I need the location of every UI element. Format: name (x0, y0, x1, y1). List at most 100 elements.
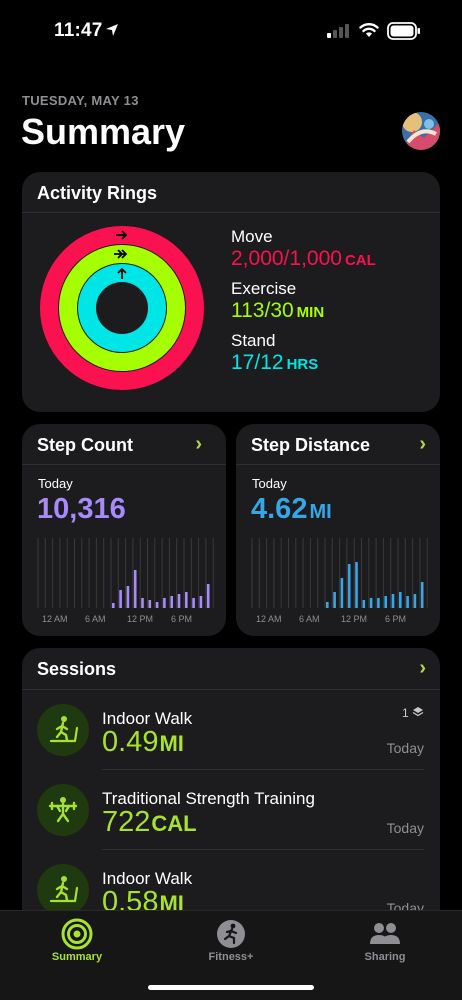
session-item[interactable]: Indoor Walk 0.49MI 1 Today (22, 690, 440, 770)
step-distance-card[interactable]: Step Distance › Today 4.62 MI 12 AM 6 AM … (236, 424, 440, 636)
step-count-title: Step Count (37, 435, 133, 455)
move-label: Move (231, 227, 273, 246)
page-title: Summary (21, 111, 186, 152)
stand-unit: HRS (286, 356, 319, 373)
chart-bar (170, 596, 173, 608)
session-unit: MI (159, 731, 184, 756)
exercise-unit: MIN (296, 304, 325, 321)
step-count-value: 10,316 (37, 493, 126, 525)
chart-bar (362, 600, 366, 608)
avatar-image (402, 112, 440, 150)
axis-tick-label: 12 AM (42, 614, 68, 624)
tab-fitness-plus[interactable]: Fitness+ (154, 911, 308, 981)
axis-tick-label: 6 AM (85, 614, 106, 624)
chart-bar (199, 596, 203, 608)
session-date: Today (386, 820, 424, 836)
session-count-badge: 1 (402, 706, 424, 720)
fitness-plus-icon (217, 920, 245, 948)
move-unit: CAL (344, 252, 376, 269)
avatar[interactable] (402, 112, 440, 150)
chart-bar (399, 592, 402, 608)
card-divider (22, 464, 226, 465)
tab-label: Summary (51, 951, 103, 963)
activity-rings-card[interactable]: Activity Rings Move 2,000/1,000 CAL Exerc… (22, 172, 440, 412)
stand-value: 17/12 HRS (231, 351, 318, 375)
chart-bar (126, 586, 130, 608)
step-count-chart: 12 AM 6 AM 12 PM 6 PM (37, 538, 214, 624)
header-date: TUESDAY, MAY 13 (22, 93, 139, 108)
axis-tick-label: 12 AM (256, 614, 282, 624)
sharing-people-icon (370, 923, 400, 944)
axis-tick-label: 6 AM (299, 614, 320, 624)
location-arrow-icon (106, 24, 118, 36)
session-item[interactable]: Traditional Strength Training 722CAL Tod… (22, 770, 440, 850)
step-distance-unit: MI (309, 501, 332, 523)
stack-icon (412, 707, 424, 717)
axis-tick-label: 6 PM (171, 614, 192, 624)
session-value: 722CAL (102, 806, 197, 839)
activity-rings-graphic (40, 226, 204, 390)
stand-ring (78, 264, 166, 352)
chart-bar (163, 598, 166, 608)
step-count-period: Today (38, 476, 73, 491)
chart-bar (155, 602, 159, 608)
stand-label: Stand (231, 331, 276, 350)
badge-count: 1 (401, 706, 409, 720)
strength-training-icon (37, 784, 89, 836)
activity-rings-title: Activity Rings (37, 183, 158, 203)
session-unit: CAL (151, 811, 197, 836)
chevron-right-icon: › (195, 433, 202, 455)
chart-bar (347, 564, 351, 608)
tab-label: Fitness+ (208, 951, 254, 963)
session-value-number: 0.49 (102, 726, 159, 758)
chart-bar (384, 596, 387, 608)
chart-bar (192, 598, 195, 608)
chart-bar (420, 582, 424, 608)
session-date: Today (386, 740, 424, 756)
chart-bar (148, 600, 152, 608)
chart-bar (119, 590, 122, 608)
card-divider (22, 212, 440, 213)
exercise-label: Exercise (231, 279, 297, 298)
step-distance-number: 4.62 (251, 493, 308, 525)
tab-summary[interactable]: Summary (0, 911, 154, 981)
treadmill-icon (37, 704, 89, 756)
chevron-right-icon: › (419, 433, 426, 455)
treadmill-icon (37, 864, 89, 916)
status-time: 11:47 (54, 20, 103, 41)
chevron-right-icon: › (419, 657, 426, 679)
move-value: 2,000/1,000 CAL (231, 247, 376, 271)
exercise-value: 113/30 MIN (231, 299, 324, 323)
chart-bar (369, 598, 373, 608)
step-distance-period: Today (252, 476, 287, 491)
chart-bar (413, 594, 417, 608)
step-distance-value: 4.62 MI (251, 493, 332, 526)
chart-bar (141, 598, 144, 608)
card-divider (236, 464, 440, 465)
axis-tick-label: 6 PM (385, 614, 406, 624)
tab-sharing[interactable]: Sharing (308, 911, 462, 981)
stand-value-number: 17/12 (231, 351, 284, 374)
chart-bar (355, 562, 358, 608)
chart-bar (333, 592, 336, 608)
step-distance-title: Step Distance (251, 435, 371, 455)
chart-bar (185, 592, 188, 608)
battery-icon (387, 22, 420, 40)
move-value-number: 2,000/1,000 (231, 247, 342, 270)
wifi-icon (359, 23, 379, 37)
chart-bar (377, 598, 380, 608)
home-indicator (148, 985, 314, 990)
chart-bar (112, 603, 115, 608)
cellular-signal-icon (327, 24, 349, 38)
step-distance-chart: 12 AM 6 AM 12 PM 6 PM (251, 538, 428, 624)
axis-tick-label: 12 PM (127, 614, 153, 624)
status-bar: 11:47 (0, 0, 462, 62)
step-count-card[interactable]: Step Count › Today 10,316 12 AM 6 AM 12 … (22, 424, 226, 636)
chart-bar (177, 594, 181, 608)
session-value-number: 722 (102, 806, 151, 838)
chart-bar (326, 602, 329, 608)
chart-bar (406, 596, 409, 608)
session-value: 0.49MI (102, 726, 184, 759)
exercise-value-number: 113/30 (231, 299, 294, 322)
sessions-card[interactable]: Sessions › Indoor Walk 0.49MI 1 Today Tr… (22, 648, 440, 938)
